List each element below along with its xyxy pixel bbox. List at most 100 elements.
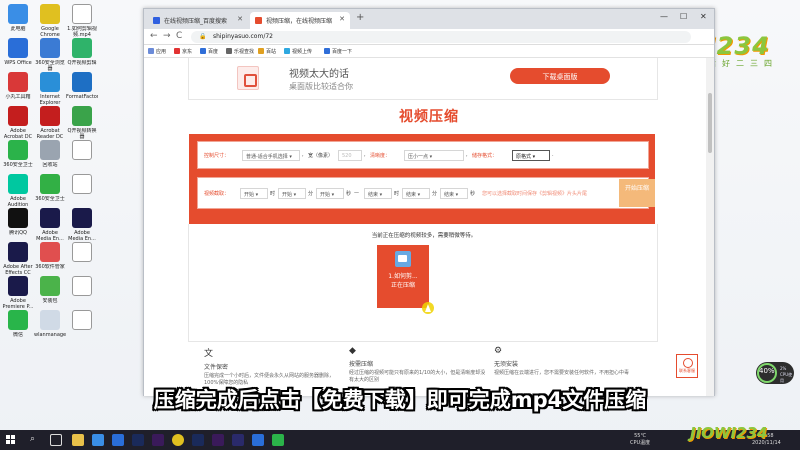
desktop-shortcut[interactable]: 360安全浏览器 — [34, 38, 66, 72]
app-shortcut-icon — [72, 38, 92, 58]
tab-close-icon[interactable]: ✕ — [237, 15, 243, 23]
feature-privacy: 文 文件保密 压缩完成一个小时后，文件便会永久从网站的服务器删除，100%保障您… — [204, 346, 344, 387]
reload-button[interactable]: C — [176, 31, 182, 41]
tab-close-icon[interactable]: ✕ — [339, 15, 345, 23]
mouse-cursor-icon — [422, 302, 434, 314]
shortcut-label: Adobe Premiere P... — [2, 298, 34, 310]
desktop-shortcut[interactable]: Adobe Media En... — [66, 208, 98, 242]
app-icon[interactable] — [112, 434, 124, 446]
cpu-monitor-widget[interactable]: 40% 2% CPU使用 — [756, 362, 794, 384]
tab-strip: 在线视频压缩_百度搜索 ✕ 视频压缩，在线视频压缩 ✕ + — ☐ ✕ — [144, 9, 714, 29]
desktop-shortcut[interactable]: Adobe After Effects CC — [2, 242, 34, 276]
start-second-select[interactable]: 开始 ▾ — [316, 188, 344, 199]
bookmark-baidu-search[interactable]: 百度一下 — [324, 48, 352, 55]
shortcut-label: Google Chrome — [40, 26, 60, 38]
start-compress-button[interactable]: 开始压缩 — [619, 179, 655, 207]
scrollbar-thumb[interactable] — [708, 93, 712, 153]
clarity-select[interactable]: 压小一点 ▾ — [404, 150, 464, 161]
app-shortcut-icon — [72, 72, 92, 92]
desktop-shortcut[interactable] — [66, 276, 98, 310]
page-scrollbar[interactable] — [706, 58, 714, 396]
desktop-shortcut[interactable] — [66, 140, 98, 174]
close-window-button[interactable]: ✕ — [700, 12, 707, 21]
photoshop-icon[interactable] — [192, 434, 204, 446]
desktop-shortcut[interactable] — [66, 310, 98, 344]
forward-button[interactable]: → — [163, 31, 171, 41]
desktop-shortcut[interactable]: 微信 — [2, 310, 34, 344]
start-hour-select[interactable]: 开始 ▾ — [240, 188, 268, 199]
desktop-shortcut[interactable]: wlanmanager — [34, 310, 66, 344]
desktop-shortcut[interactable]: FormatFactory — [66, 72, 98, 106]
shortcut-label: 360安全浏览器 — [35, 60, 65, 72]
start-minute-select[interactable]: 开始 ▾ — [278, 188, 306, 199]
jd-icon — [174, 48, 180, 54]
chrome-icon[interactable] — [172, 434, 184, 446]
file-explorer-icon[interactable] — [72, 434, 84, 446]
shortcut-label — [66, 264, 98, 276]
bookmark-search[interactable]: 乐视查找 — [226, 48, 254, 55]
lock-icon: 🔒 — [199, 33, 207, 40]
desktop-shortcut[interactable]: 360安全卫士 — [34, 174, 66, 208]
desktop-shortcut[interactable]: 此电脑 — [2, 4, 34, 38]
desktop-shortcut[interactable]: 1.如何剪辑视频.mp4 — [66, 4, 98, 38]
tab-baidu-search[interactable]: 在线视频压缩_百度搜索 ✕ — [148, 12, 248, 29]
desktop-shortcut[interactable]: WPS Office — [2, 38, 34, 72]
desktop-shortcut[interactable]: Adobe Audition — [2, 174, 34, 208]
customer-service-button[interactable]: 联系客服 — [676, 354, 698, 378]
back-button[interactable]: ← — [150, 31, 158, 41]
shortcut-label: Adobe Media En... — [36, 230, 64, 242]
desktop-shortcut[interactable]: Q开视频剪辑 — [66, 38, 98, 72]
bookmark-baidu[interactable]: 百度 — [200, 48, 218, 55]
premiere-icon[interactable] — [152, 434, 164, 446]
desktop-shortcut[interactable]: 360软件管家 — [34, 242, 66, 276]
shortcut-label: wlanmanager — [34, 332, 66, 338]
file-card[interactable]: 1.如何剪... 正在压缩 — [377, 245, 429, 308]
size-select[interactable]: 普通-适合手机选择 ▾ — [242, 150, 300, 161]
desktop-shortcut[interactable] — [66, 174, 98, 208]
windows-start-icon[interactable] — [6, 435, 16, 445]
app-icon[interactable] — [272, 434, 284, 446]
desktop-shortcut[interactable]: Google Chrome — [34, 4, 66, 38]
maximize-button[interactable]: ☐ — [680, 12, 687, 21]
desktop-shortcut[interactable]: Acrobat Reader DC — [34, 106, 66, 140]
bookmark-site[interactable]: 百站 — [258, 48, 276, 55]
search-icon[interactable]: ⌕ — [30, 434, 42, 446]
banner-title: 视频太大的话 — [289, 69, 349, 80]
desktop-shortcut[interactable]: 安装包 — [34, 276, 66, 310]
tab-video-compress[interactable]: 视频压缩，在线视频压缩 ✕ — [250, 12, 350, 29]
end-minute-select[interactable]: 结束 ▾ — [402, 188, 430, 199]
help-label: 联系客服 — [679, 368, 695, 373]
desktop-shortcut[interactable]: Adobe Acrobat DC — [2, 106, 34, 140]
desktop-shortcut[interactable]: Q开视频转换器 — [66, 106, 98, 140]
minimize-button[interactable]: — — [660, 12, 668, 21]
desktop-shortcut[interactable]: Adobe Media En... — [34, 208, 66, 242]
desktop-shortcut[interactable]: Internet Explorer — [34, 72, 66, 106]
bookmark-jd[interactable]: 京东 — [174, 48, 192, 55]
end-second-select[interactable]: 结束 ▾ — [440, 188, 468, 199]
desktop-shortcut[interactable]: 腾讯QQ — [2, 208, 34, 242]
new-tab-button[interactable]: + — [356, 12, 364, 23]
desktop-shortcut[interactable]: 小丸工具箱 — [2, 72, 34, 106]
feature-desc: 视频压缩在云端进行，您不需要安装任何软件，不用担心中毒 — [494, 370, 630, 376]
end-hour-select[interactable]: 结束 ▾ — [364, 188, 392, 199]
bookmark-apps[interactable]: 应用 — [148, 48, 166, 55]
feature-title: 文件保密 — [204, 364, 229, 371]
desktop-shortcut[interactable]: Adobe Premiere P... — [2, 276, 34, 310]
app-icon[interactable] — [92, 434, 104, 446]
app-icon[interactable] — [252, 434, 264, 446]
feature-no-install: ⚙ 无须安装 视频压缩在云端进行，您不需要安装任何软件，不用担心中毒 — [494, 346, 634, 377]
bookmark-upload[interactable]: 视频上传 — [284, 48, 312, 55]
photoshop-icon[interactable] — [132, 434, 144, 446]
desktop-shortcut[interactable]: 回收站 — [34, 140, 66, 174]
desktop-shortcut[interactable]: 360安全卫士 — [2, 140, 34, 174]
desktop-shortcut[interactable] — [66, 242, 98, 276]
width-input[interactable]: 520 — [338, 150, 362, 161]
premiere-icon[interactable] — [212, 434, 224, 446]
url-bar[interactable]: 🔒 shipinyasuo.com/72 — [191, 31, 691, 43]
download-desktop-button[interactable]: 下载桌面版 — [510, 68, 610, 84]
app-shortcut-icon — [8, 4, 28, 24]
second-unit: 秒 — [470, 191, 476, 197]
task-view-icon[interactable] — [50, 434, 62, 446]
format-select[interactable]: 原格式 ▾ — [512, 150, 550, 161]
after-effects-icon[interactable] — [232, 434, 244, 446]
